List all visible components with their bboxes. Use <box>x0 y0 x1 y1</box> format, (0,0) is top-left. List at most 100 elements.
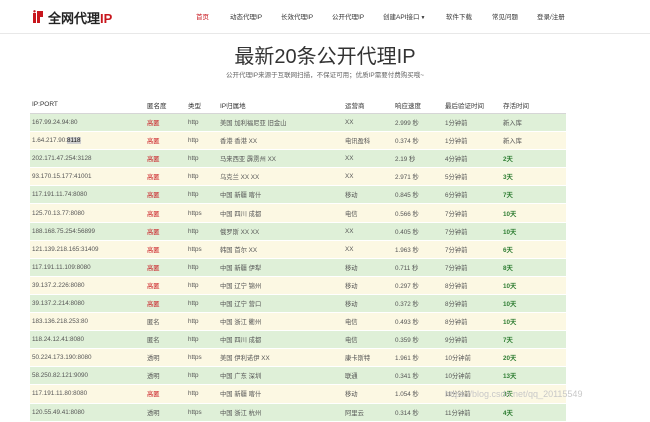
nav-dynamic-proxy[interactable]: 动态代理IP <box>230 11 262 21</box>
cell-type: http <box>186 366 218 386</box>
table-row: 117.191.11.109:8080 高匿 http 中国 新疆 伊犁 移动 0.711… <box>30 258 566 277</box>
cell-type: https <box>186 240 218 259</box>
cell-ip-port: 39.137.2.214:8080 <box>30 294 145 314</box>
cell-speed: 0.405 秒 <box>393 222 443 241</box>
table-row: 183.136.218.253:80 匿名 http 中国 浙江 衢州 电信 0.493 … <box>30 312 566 332</box>
cell-speed: 0.493 秒 <box>393 312 443 332</box>
table-body: 167.99.24.94:80 高匿 http 美国 加利福尼亚 旧金山 XX 2.999… <box>30 113 566 422</box>
nav-longterm-proxy[interactable]: 长效代理IP <box>281 11 313 21</box>
cell-alive-time: 7天 <box>501 185 566 205</box>
cell-ip-port: 183.136.218.253:80 <box>30 312 145 332</box>
cell-last-verified: 11分钟前 <box>443 403 501 422</box>
col-alive-time: 存活时间 <box>501 96 566 114</box>
cell-ip-port: 188.168.75.254:56899 <box>30 222 145 241</box>
cell-alive-time: 13天 <box>501 366 566 386</box>
cell-ip-port: 167.99.24.94:80 <box>30 113 145 133</box>
cell-anonymity: 高匿 <box>145 113 186 133</box>
cell-ip-port: 93.170.15.177:41001 <box>30 167 145 187</box>
nav-create-api[interactable]: 创建API接口▼ <box>383 11 425 21</box>
cell-alive-time: 10天 <box>501 312 566 332</box>
cell-isp: XX <box>343 240 393 259</box>
cell-ip-port: 121.139.218.165:31409 <box>30 240 145 259</box>
cell-speed: 1.963 秒 <box>393 240 443 259</box>
cell-alive-time: 3天 <box>501 167 566 187</box>
cell-anonymity: 高匿 <box>145 131 186 151</box>
cell-anonymity: 高匿 <box>145 167 186 187</box>
cell-type: http <box>186 149 218 169</box>
cell-type: http <box>186 222 218 241</box>
cell-isp: 康卡斯特 <box>343 348 393 368</box>
cell-location: 中国 四川 成都 <box>218 203 343 223</box>
cell-last-verified: 7分钟前 <box>443 240 501 259</box>
cell-isp: 移动 <box>343 384 393 404</box>
cell-speed: 0.711 秒 <box>393 258 443 277</box>
cell-isp: 联通 <box>343 366 393 386</box>
nav-faq[interactable]: 常见问题 <box>492 11 518 21</box>
table-row: 120.55.49.41:8080 透明 https 中国 浙江 杭州 阿里云 0.314… <box>30 403 566 422</box>
table-row: 202.171.47.254:3128 高匿 http 马来西亚 霹雳州 XX XX 2.… <box>30 149 566 169</box>
cell-anonymity: 高匿 <box>145 149 186 169</box>
cell-speed: 1.054 秒 <box>393 384 443 404</box>
cell-isp: 移动 <box>343 276 393 295</box>
nav-login-register[interactable]: 登录/注册 <box>537 11 565 21</box>
col-anonymity: 匿名度 <box>145 96 186 114</box>
col-speed: 响应速度 <box>393 96 443 114</box>
table-row: 39.137.2.226:8080 高匿 http 中国 辽宁 锦州 移动 0.297 秒… <box>30 276 566 295</box>
cell-ip-port: 39.137.2.226:8080 <box>30 276 145 295</box>
cell-alive-time: 新入库 <box>501 113 566 133</box>
cell-alive-time: 6天 <box>501 240 566 259</box>
cell-speed: 0.297 秒 <box>393 276 443 295</box>
cell-isp: XX <box>343 149 393 169</box>
cell-location: 美国 加利福尼亚 旧金山 <box>218 113 343 133</box>
cell-last-verified: 5分钟前 <box>443 167 501 187</box>
cell-isp: 电信 <box>343 203 393 223</box>
cell-ip-port: 120.55.49.41:8080 <box>30 403 145 422</box>
cell-location: 乌克兰 XX XX <box>218 167 343 187</box>
cell-isp: 电信 <box>343 330 393 350</box>
cell-anonymity: 高匿 <box>145 294 186 314</box>
cell-location: 马来西亚 霹雳州 XX <box>218 149 343 169</box>
cell-last-verified: 7分钟前 <box>443 203 501 223</box>
nav-public-proxy[interactable]: 公开代理IP <box>332 11 364 21</box>
cell-speed: 0.566 秒 <box>393 203 443 223</box>
cell-isp: 移动 <box>343 258 393 277</box>
cell-anonymity: 透明 <box>145 403 186 422</box>
cell-speed: 0.372 秒 <box>393 294 443 314</box>
cell-last-verified: 9分钟前 <box>443 330 501 350</box>
cell-location: 中国 新疆 伊犁 <box>218 258 343 277</box>
cell-speed: 0.374 秒 <box>393 131 443 151</box>
table-row: 1.64.217.90:8118 高匿 http 香港 香港 XX 电讯盈科 0.374 … <box>30 131 566 151</box>
cell-anonymity: 匿名 <box>145 312 186 332</box>
cell-alive-time: 8天 <box>501 258 566 277</box>
col-last-verified: 最后验证时间 <box>443 96 501 114</box>
page-subtitle: 公开代理IP来源于互联网扫描，不保证可用；优质IP需要付费购买哦~ <box>225 72 425 79</box>
table-header-row: IP:PORT 匿名度 类型 IP归属地 运营商 响应速度 最后验证时间 存活时… <box>30 96 566 114</box>
cell-type: http <box>186 294 218 314</box>
proxy-table-wrapper: IP:PORT 匿名度 类型 IP归属地 运营商 响应速度 最后验证时间 存活时… <box>30 96 566 422</box>
cell-last-verified: 4分钟前 <box>443 149 501 169</box>
table-row: 93.170.15.177:41001 高匿 http 乌克兰 XX XX XX 2.97… <box>30 167 566 187</box>
col-isp: 运营商 <box>343 96 393 114</box>
cell-alive-time: 10天 <box>501 276 566 295</box>
cell-alive-time: 10天 <box>501 222 566 241</box>
cell-speed: 2.971 秒 <box>393 167 443 187</box>
cell-ip-port: 117.191.11.74:8080 <box>30 185 145 205</box>
nav-home[interactable]: 首页 <box>196 11 209 21</box>
cell-speed: 0.341 秒 <box>393 366 443 386</box>
proxy-table: IP:PORT 匿名度 类型 IP归属地 运营商 响应速度 最后验证时间 存活时… <box>30 96 566 422</box>
cell-last-verified: 1分钟前 <box>443 113 501 133</box>
cell-isp: 移动 <box>343 185 393 205</box>
cell-ip-port: 125.70.13.77:8080 <box>30 203 145 223</box>
table-row: 58.250.82.121:9090 透明 http 中国 广东 深圳 联通 0.341 … <box>30 366 566 386</box>
cell-alive-time: 2天 <box>501 149 566 169</box>
cell-type: https <box>186 203 218 223</box>
cell-ip-port: 1.64.217.90:8118 <box>30 131 145 151</box>
nav-software-download[interactable]: 软件下载 <box>446 11 472 21</box>
cell-speed: 0.314 秒 <box>393 403 443 422</box>
cell-type: http <box>186 185 218 205</box>
cell-anonymity: 高匿 <box>145 258 186 277</box>
table-row: 118.24.12.41:8080 匿名 http 中国 四川 成都 电信 0.359 秒… <box>30 330 566 350</box>
cell-type: https <box>186 348 218 368</box>
cell-location: 俄罗斯 XX XX <box>218 222 343 241</box>
cell-location: 中国 辽宁 营口 <box>218 294 343 314</box>
